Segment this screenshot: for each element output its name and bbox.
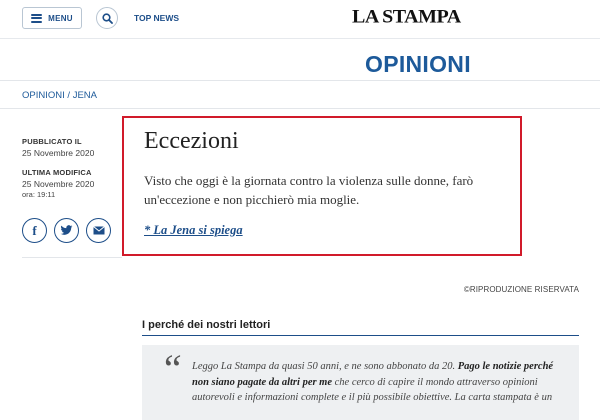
modified-date: 25 Novembre 2020 bbox=[22, 179, 95, 189]
email-icon bbox=[92, 226, 105, 235]
article-title: Eccezioni bbox=[144, 128, 239, 154]
reader-quote: Leggo La Stampa da quasi 50 anni, e ne s… bbox=[192, 359, 562, 406]
search-button[interactable] bbox=[96, 7, 118, 29]
share-buttons: f bbox=[22, 218, 111, 243]
jena-explains-link[interactable]: * La Jena si spiega bbox=[144, 223, 243, 238]
section-title[interactable]: OPINIONI bbox=[365, 51, 471, 78]
quote-icon: “ bbox=[160, 346, 183, 391]
site-logo[interactable]: LA STAMPA bbox=[352, 7, 461, 29]
menu-button[interactable]: MENU bbox=[22, 7, 82, 29]
published-date: 25 Novembre 2020 bbox=[22, 148, 95, 158]
readers-section-title: I perché dei nostri lettori bbox=[142, 319, 271, 331]
published-label: PUBBLICATO IL bbox=[22, 137, 82, 146]
breadcrumb-separator: / bbox=[64, 90, 73, 101]
readers-divider bbox=[142, 335, 579, 336]
breadcrumb-item-opinioni[interactable]: OPINIONI bbox=[22, 90, 65, 101]
article-box: Eccezioni Visto che oggi è la giornata c… bbox=[122, 116, 522, 256]
header-divider bbox=[0, 38, 600, 39]
quote-text-part1: Leggo La Stampa da quasi 50 anni, e ne s… bbox=[192, 361, 458, 372]
article-body: Visto che oggi è la giornata contro la v… bbox=[144, 173, 474, 207]
share-facebook-button[interactable]: f bbox=[22, 218, 47, 243]
hamburger-icon bbox=[31, 13, 43, 23]
section-divider-top bbox=[0, 80, 600, 81]
top-news-link[interactable]: TOP NEWS bbox=[134, 13, 179, 23]
modified-label: ULTIMA MODIFICA bbox=[22, 168, 92, 177]
top-bar: MENU TOP NEWS LA STAMPA bbox=[0, 0, 600, 38]
section-divider-bottom bbox=[0, 108, 600, 109]
share-email-button[interactable] bbox=[86, 218, 111, 243]
reader-quote-box: “ Leggo La Stampa da quasi 50 anni, e ne… bbox=[142, 345, 579, 420]
menu-label: MENU bbox=[48, 13, 73, 23]
facebook-icon: f bbox=[32, 222, 37, 238]
twitter-icon bbox=[60, 225, 73, 235]
breadcrumb-item-jena[interactable]: JENA bbox=[73, 90, 97, 101]
search-icon bbox=[101, 12, 113, 24]
article-meta: PUBBLICATO IL 25 Novembre 2020 ULTIMA MO… bbox=[22, 137, 122, 199]
share-twitter-button[interactable] bbox=[54, 218, 79, 243]
modified-time: ora: 19:11 bbox=[22, 190, 56, 199]
meta-divider bbox=[22, 257, 122, 258]
copyright-notice: ©RIPRODUZIONE RISERVATA bbox=[463, 285, 579, 294]
breadcrumb: OPINIONI / JENA bbox=[22, 90, 97, 101]
